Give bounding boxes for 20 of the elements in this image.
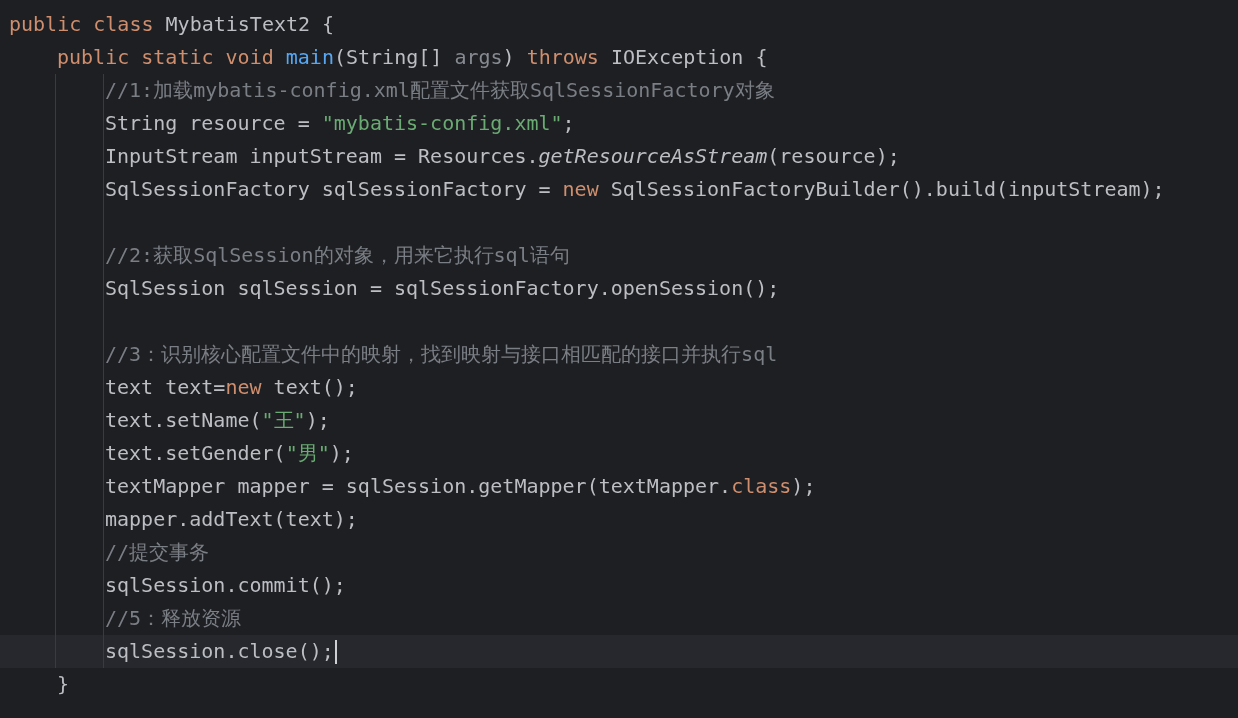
code-line: text.setGender("男"); [104, 440, 354, 467]
code-line: SqlSession sqlSession = sqlSessionFactory.openSession(); [104, 275, 780, 302]
code-line: sqlSession.close(); [104, 638, 334, 665]
text-cursor [334, 639, 337, 664]
code-line: sqlSession.commit(); [104, 572, 346, 599]
code-line: //提交事务 [104, 539, 210, 566]
code-line: public class MybatisText2 { [8, 11, 335, 38]
code-line: String resource = "mybatis-config.xml"; [104, 110, 575, 137]
code-line: mapper.addText(text); [104, 506, 358, 533]
code-line: text text=new text(); [104, 374, 358, 401]
code-line: SqlSessionFactory sqlSessionFactory = new SqlSessionFactoryBuilder().build(inputStream); [104, 176, 1165, 203]
code-line: } [56, 671, 70, 698]
code-line: //3：识别核心配置文件中的映射，找到映射与接口相匹配的接口并执行sql [104, 341, 778, 368]
code-line: //2:获取SqlSession的对象，用来它执行sql语句 [104, 242, 570, 269]
code-line: InputStream inputStream = Resources.getResourceAsStream(resource); [104, 143, 900, 170]
code-line: text.setName("王"); [104, 407, 330, 434]
code-line: //1:加载mybatis-config.xml配置文件获取SqlSessionFactory对象 [104, 77, 775, 104]
code-line: //5：释放资源 [104, 605, 242, 632]
code-line: public static void main(String[] args) throws IOException { [56, 44, 768, 71]
code-line: textMapper mapper = sqlSession.getMapper(textMapper.class); [104, 473, 816, 500]
